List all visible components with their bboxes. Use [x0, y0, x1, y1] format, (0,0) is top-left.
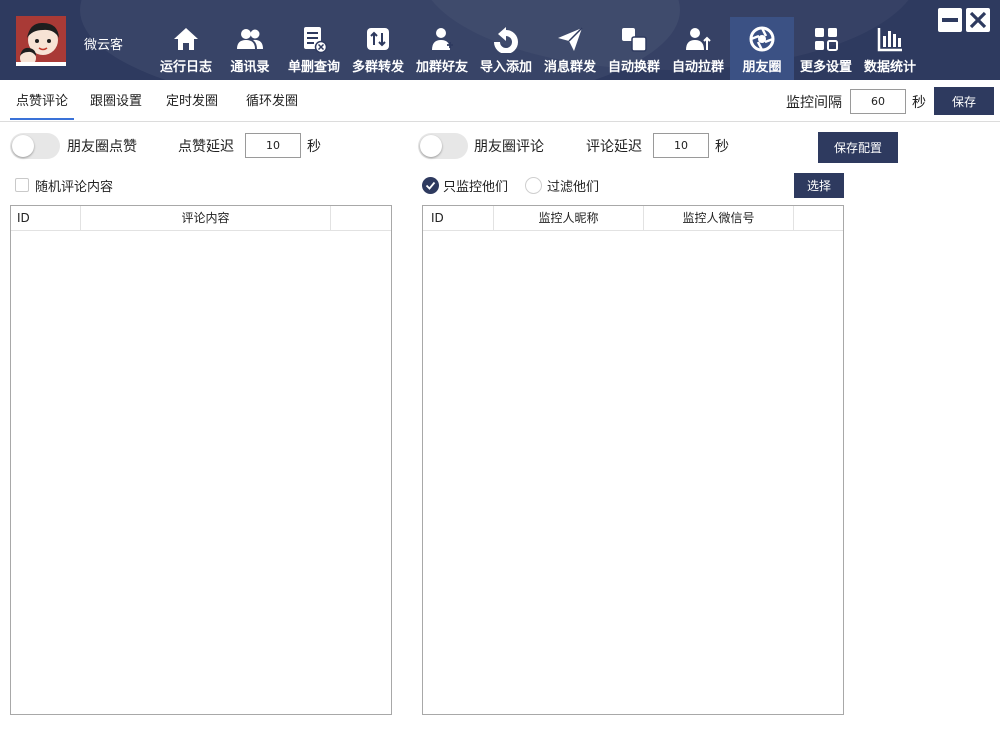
radio-only-monitor[interactable]: [422, 177, 439, 194]
like-delay-unit: 秒: [307, 139, 321, 155]
nav-item-mass-message[interactable]: 消息群发: [538, 17, 602, 80]
radio-filter-label: 过滤他们: [547, 180, 600, 195]
column-header-comment-content[interactable]: 评论内容: [81, 206, 331, 231]
comment-delay-label: 评论延迟: [586, 139, 642, 155]
contacts-icon: [236, 25, 264, 53]
random-comment-label: 随机评论内容: [35, 180, 114, 195]
add-friend-icon: [428, 25, 456, 53]
nav-item-run-log[interactable]: 运行日志: [154, 17, 218, 80]
check-icon: [425, 181, 436, 190]
comment-content-table: ID 评论内容: [10, 205, 392, 715]
nav-item-label: 单删查询: [287, 60, 340, 75]
avatar[interactable]: [16, 16, 66, 66]
nav-item-contacts[interactable]: 通讯录: [218, 17, 282, 80]
nav-item-label: 更多设置: [799, 60, 852, 75]
table-header: ID 评论内容: [11, 206, 391, 231]
moments-like-toggle[interactable]: [10, 133, 60, 159]
header-bar: 微云客 运行日志 通讯录 单删查询 多群转发 加群好友 导入添加 消息群发 自动…: [0, 0, 1000, 80]
nav-item-label: 通讯录: [230, 60, 270, 75]
nav-item-label: 朋友圈: [742, 60, 782, 75]
like-delay-label: 点赞延迟: [178, 139, 234, 155]
delete-check-icon: [300, 25, 328, 53]
moments-comment-toggle[interactable]: [418, 133, 468, 159]
nav-item-label: 导入添加: [479, 60, 532, 75]
nav-item-label: 数据统计: [863, 60, 916, 75]
send-icon: [556, 25, 584, 53]
monitor-interval-unit: 秒: [912, 95, 926, 111]
avatar-image: [16, 16, 66, 66]
nav-item-moments[interactable]: 朋友圈: [730, 17, 794, 80]
column-header-wechat-id[interactable]: 监控人微信号: [644, 206, 794, 231]
grid-icon: [812, 25, 840, 53]
nav-item-more-settings[interactable]: 更多设置: [794, 17, 858, 80]
nav-item-auto-switch-group[interactable]: 自动换群: [602, 17, 666, 80]
random-comment-checkbox[interactable]: [15, 178, 29, 192]
nav-item-label: 加群好友: [415, 60, 468, 75]
comment-delay-input[interactable]: [653, 133, 709, 158]
save-button[interactable]: 保存: [934, 87, 994, 115]
moments-comment-label: 朋友圈评论: [474, 139, 544, 155]
nav-item-delete-check[interactable]: 单删查询: [282, 17, 346, 80]
monitor-person-table: ID 监控人昵称 监控人微信号: [422, 205, 844, 715]
close-button[interactable]: [966, 8, 990, 32]
nav-item-multi-forward[interactable]: 多群转发: [346, 17, 410, 80]
pull-group-icon: [684, 25, 712, 53]
column-header-nickname[interactable]: 监控人昵称: [494, 206, 644, 231]
nav-item-label: 自动拉群: [671, 60, 724, 75]
import-icon: [492, 25, 520, 53]
radio-only-monitor-label: 只监控他们: [443, 180, 509, 195]
tab-loop-post[interactable]: 循环发圈: [240, 80, 304, 120]
save-config-button[interactable]: 保存配置: [818, 132, 898, 163]
nav-item-data-stats[interactable]: 数据统计: [858, 17, 922, 80]
nav-item-import-add[interactable]: 导入添加: [474, 17, 538, 80]
column-header-id[interactable]: ID: [423, 206, 494, 231]
tab-follow-settings[interactable]: 跟圈设置: [84, 80, 148, 120]
monitor-interval-label: 监控间隔: [786, 95, 842, 111]
table-header: ID 监控人昵称 监控人微信号: [423, 206, 843, 231]
toggle-knob: [420, 135, 442, 157]
tab-like-comment[interactable]: 点赞评论: [10, 80, 75, 120]
radio-filter[interactable]: [525, 177, 542, 194]
nav-item-label: 自动换群: [607, 60, 660, 75]
nav-item-label: 运行日志: [159, 60, 212, 75]
minimize-icon: [942, 18, 958, 22]
column-header-id[interactable]: ID: [11, 206, 81, 231]
minimize-button[interactable]: [938, 8, 962, 32]
monitor-interval-input[interactable]: [850, 89, 906, 114]
forward-icon: [364, 25, 392, 53]
select-button[interactable]: 选择: [794, 173, 844, 198]
nav-item-label: 多群转发: [351, 60, 404, 75]
tab-scheduled-post[interactable]: 定时发圈: [160, 80, 224, 120]
nav-item-add-group-friend[interactable]: 加群好友: [410, 17, 474, 80]
nav-item-label: 消息群发: [543, 60, 596, 75]
close-icon: [969, 11, 987, 29]
chart-icon: [876, 25, 904, 53]
home-icon: [172, 25, 200, 53]
comment-delay-unit: 秒: [715, 139, 729, 155]
like-delay-input[interactable]: [245, 133, 301, 158]
moments-icon: [748, 25, 776, 53]
switch-group-icon: [620, 25, 648, 53]
nav-item-auto-pull-group[interactable]: 自动拉群: [666, 17, 730, 80]
user-name: 微云客: [84, 38, 124, 53]
toggle-knob: [12, 135, 34, 157]
moments-like-label: 朋友圈点赞: [67, 139, 137, 155]
